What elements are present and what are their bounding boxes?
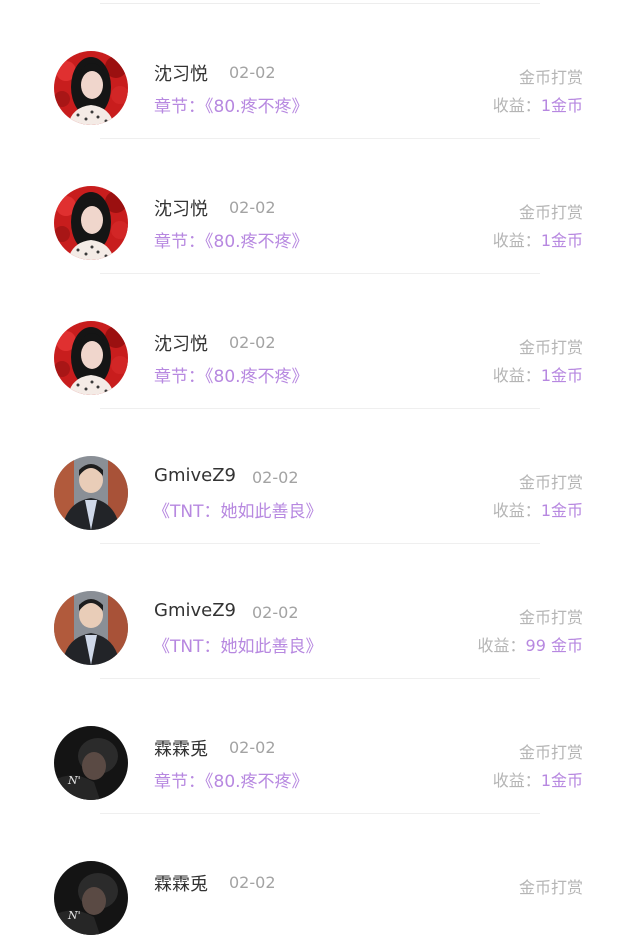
avatar[interactable] xyxy=(54,186,128,260)
chapter-link[interactable]: 章节：《80.疼不疼》 xyxy=(154,92,309,117)
avatar[interactable] xyxy=(54,51,128,125)
user-name[interactable]: 沈习悦 xyxy=(154,330,208,356)
income-value: 1金币 xyxy=(540,501,583,520)
reward-date: 02-02 xyxy=(229,333,276,352)
income-label: 收益： xyxy=(492,771,541,790)
list-item[interactable]: 沈习悦 02-02 章节：《80.疼不疼》 金币打赏 收益：1金币 xyxy=(0,4,640,139)
dark-portrait-icon: N' xyxy=(54,726,128,800)
list-item[interactable]: GmiveZ9 02-02 《TNT：她如此善良》 金币打赏 收益：1金币 xyxy=(0,409,640,544)
reward-date: 02-02 xyxy=(229,738,276,757)
reward-type: 金币打赏 xyxy=(518,878,583,897)
income-label: 收益： xyxy=(492,96,541,115)
woman-red-roses-icon xyxy=(54,186,128,260)
income-value: 1金币 xyxy=(540,231,583,250)
reward-date: 02-02 xyxy=(229,63,276,82)
income-value: 1金币 xyxy=(540,366,583,385)
man-jacket-icon xyxy=(54,456,128,530)
income-value: 1金币 xyxy=(540,771,583,790)
list-item[interactable]: N' 霖霖兎 02-02 章节：《80.疼不疼》 金币打赏 收益：1金币 xyxy=(0,679,640,814)
reward-date: 02-02 xyxy=(229,198,276,217)
reward-type: 金币打赏 xyxy=(518,68,583,87)
svg-text:N': N' xyxy=(67,909,81,922)
income-value: 1金币 xyxy=(540,96,583,115)
user-name[interactable]: 霖霖兎 xyxy=(154,735,208,761)
avatar[interactable]: N' xyxy=(54,861,128,935)
reward-date: 02-02 xyxy=(252,603,299,622)
list-item[interactable]: 沈习悦 02-02 章节：《80.疼不疼》 金币打赏 收益：1金币 xyxy=(0,139,640,274)
dark-portrait-icon: N' xyxy=(54,861,128,935)
reward-type: 金币打赏 xyxy=(518,473,583,492)
income: 收益：1金币 xyxy=(493,92,583,116)
avatar[interactable] xyxy=(54,321,128,395)
reward-type: 金币打赏 xyxy=(518,608,583,627)
user-name[interactable]: 沈习悦 xyxy=(154,60,208,86)
chapter-link[interactable]: 《TNT：她如此善良》 xyxy=(153,632,323,657)
chapter-link[interactable]: 章节：《80.疼不疼》 xyxy=(154,362,309,387)
income: 收益：1金币 xyxy=(493,362,583,386)
avatar[interactable]: N' xyxy=(54,726,128,800)
income-label: 收益： xyxy=(492,231,541,250)
chapter-link[interactable]: 《TNT：她如此善良》 xyxy=(153,497,323,522)
income-label: 收益： xyxy=(492,501,541,520)
income-label: 收益： xyxy=(477,636,526,655)
user-name[interactable]: GmiveZ9 xyxy=(154,465,236,486)
svg-text:N': N' xyxy=(67,774,81,787)
income: 收益：1金币 xyxy=(493,227,583,251)
income: 收益：1金币 xyxy=(493,497,583,521)
list-item[interactable]: GmiveZ9 02-02 《TNT：她如此善良》 金币打赏 收益：99 金币 xyxy=(0,544,640,679)
woman-red-roses-icon xyxy=(54,321,128,395)
income-label: 收益： xyxy=(492,366,541,385)
user-name[interactable]: GmiveZ9 xyxy=(154,600,236,621)
reward-type: 金币打赏 xyxy=(518,743,583,762)
user-name[interactable]: 霖霖兎 xyxy=(154,870,208,896)
reward-type: 金币打赏 xyxy=(518,338,583,357)
list-item[interactable]: N' 霖霖兎 02-02 金币打赏 xyxy=(0,814,640,949)
avatar[interactable] xyxy=(54,591,128,665)
income-value: 99 金币 xyxy=(525,636,583,655)
income: 收益：1金币 xyxy=(493,767,583,791)
reward-type: 金币打赏 xyxy=(518,203,583,222)
list-item[interactable]: 沈习悦 02-02 章节：《80.疼不疼》 金币打赏 收益：1金币 xyxy=(0,274,640,409)
avatar[interactable] xyxy=(54,456,128,530)
income: 收益：99 金币 xyxy=(478,632,583,656)
woman-red-roses-icon xyxy=(54,51,128,125)
user-name[interactable]: 沈习悦 xyxy=(154,195,208,221)
man-jacket-icon xyxy=(54,591,128,665)
chapter-link[interactable]: 章节：《80.疼不疼》 xyxy=(154,767,309,792)
reward-date: 02-02 xyxy=(252,468,299,487)
chapter-link[interactable]: 章节：《80.疼不疼》 xyxy=(154,227,309,252)
reward-date: 02-02 xyxy=(229,873,276,892)
